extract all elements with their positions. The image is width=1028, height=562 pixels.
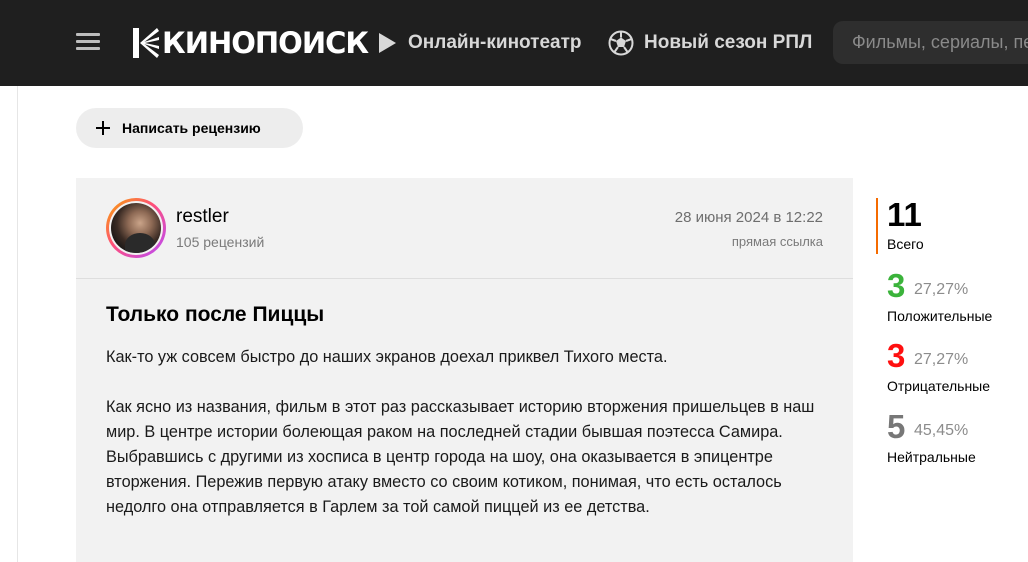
write-review-label: Написать рецензию	[122, 120, 261, 136]
nav-new-season-rpl[interactable]: Новый сезон РПЛ	[608, 28, 812, 58]
stats-positive-percent: 27,27%	[914, 281, 969, 298]
stats-total-label: Всего	[887, 236, 924, 252]
menu-icon[interactable]	[76, 32, 100, 52]
review-paragraph: Как-то уж совсем быстро до наших экранов…	[106, 348, 668, 366]
stats-neutral-label: Нейтральные	[887, 449, 976, 465]
review-permalink[interactable]: прямая ссылка	[732, 234, 823, 249]
avatar[interactable]	[106, 198, 166, 258]
site-header: КИНОПОИСК Онлайн-кинотеатр Новый сезон Р…	[0, 0, 1028, 86]
stats-neutral-percent: 45,45%	[914, 422, 969, 439]
play-icon	[379, 33, 396, 53]
kinopoisk-logo[interactable]: КИНОПОИСК	[133, 24, 369, 62]
avatar-photo	[111, 203, 161, 253]
logo-text: КИНОПОИСК	[162, 26, 369, 60]
stats-negative-label: Отрицательные	[887, 378, 991, 394]
stats-negative-count: 3	[887, 337, 906, 374]
nav-new-season-rpl-label: Новый сезон РПЛ	[644, 32, 813, 53]
stats-negative-percent: 27,27%	[914, 351, 969, 368]
football-icon	[608, 30, 634, 56]
card-divider	[76, 278, 853, 279]
review-title: Только после Пиццы	[106, 303, 325, 326]
stats-total-count: 11	[887, 196, 922, 233]
nav-online-cinema-label: Онлайн-кинотеатр	[408, 32, 582, 53]
review-stats: 11 Всего 3 27,27% Положительные 3 27,27%…	[876, 196, 1028, 468]
page-divider	[17, 86, 18, 562]
write-review-button[interactable]: Написать рецензию	[76, 108, 303, 148]
review-paragraph: Как ясно из названия, фильм в этот раз р…	[106, 398, 815, 516]
logo-mark-icon	[133, 28, 159, 58]
plus-icon	[96, 121, 110, 135]
stats-neutral-count: 5	[887, 408, 906, 445]
stats-positive-count: 3	[887, 267, 906, 304]
review-date: 28 июня 2024 в 12:22	[674, 209, 823, 226]
review-body: Как-то уж совсем быстро до наших экранов…	[106, 345, 826, 545]
review-card: restler 105 рецензий 28 июня 2024 в 12:2…	[76, 178, 853, 562]
stats-accent-bar	[876, 198, 878, 254]
author-review-count[interactable]: 105 рецензий	[176, 234, 264, 250]
review-author[interactable]: restler	[176, 206, 229, 228]
search-input[interactable]	[833, 21, 1028, 64]
stats-positive-label: Положительные	[887, 308, 993, 324]
nav-online-cinema[interactable]: Онлайн-кинотеатр	[376, 28, 582, 58]
